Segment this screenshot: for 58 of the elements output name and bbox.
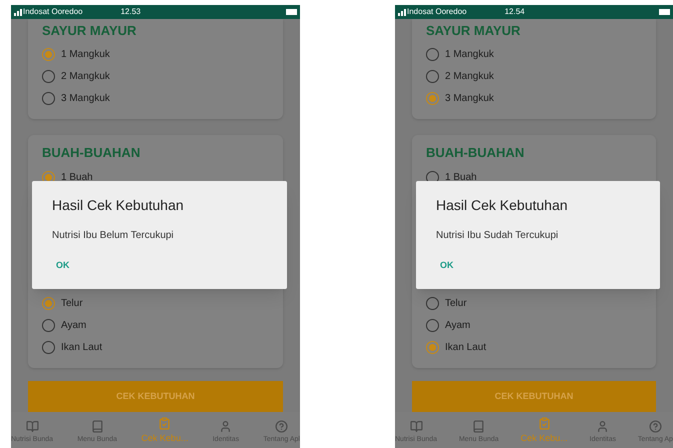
- ok-button[interactable]: OK: [440, 259, 454, 272]
- radio-button[interactable]: [426, 70, 439, 83]
- carrier-name: Indosat Ooredoo: [23, 6, 83, 18]
- help-icon: [275, 420, 288, 432]
- option-label: 1 Buah: [445, 170, 477, 184]
- option-label: 1 Mangkuk: [61, 48, 110, 62]
- check-button[interactable]: CEK KEBUTUHAN: [28, 381, 283, 412]
- dialog-message: Nutrisi Ibu Sudah Tercukupi: [436, 229, 560, 243]
- radio-button[interactable]: [42, 70, 55, 83]
- dialog-title: Hasil Cek Kebutuhan: [52, 196, 185, 215]
- option-label: 2 Mangkuk: [61, 70, 110, 84]
- section-title: SAYUR MAYUR: [42, 22, 138, 40]
- section-title: SAYUR MAYUR: [426, 22, 522, 40]
- option-label: 1 Mangkuk: [445, 48, 494, 62]
- clock-time: 12.54: [504, 6, 525, 18]
- option-label: Ayam: [61, 318, 86, 332]
- dialog-message: Nutrisi Ibu Belum Tercukupi: [52, 229, 175, 243]
- dialog-title: Hasil Cek Kebutuhan: [436, 196, 569, 215]
- help-icon: [648, 420, 662, 432]
- radio-button[interactable]: [426, 92, 439, 105]
- ok-button[interactable]: OK: [56, 259, 70, 272]
- book-icon: [410, 420, 423, 432]
- option-label: Ikan Laut: [445, 340, 486, 354]
- option-label: Telur: [61, 296, 83, 310]
- clipboard-check-icon: [538, 416, 551, 430]
- person-icon: [596, 420, 610, 432]
- option-label: 2 Mangkuk: [445, 70, 494, 84]
- clipboard-check-icon: [158, 416, 172, 430]
- clock-time: 12.53: [120, 6, 141, 18]
- signal-icon: [14, 8, 22, 16]
- check-button[interactable]: CEK KEBUTUHAN: [412, 381, 656, 412]
- book-icon: [472, 420, 486, 432]
- section-title: BUAH-BUAHAN: [42, 144, 142, 162]
- section-title: BUAH-BUAHAN: [426, 144, 526, 162]
- radio-button[interactable]: [42, 296, 55, 310]
- option-label: 1 Buah: [61, 170, 93, 184]
- nav-tab[interactable]: Cek Kebu...: [520, 416, 568, 445]
- radio-button[interactable]: [426, 296, 439, 310]
- book-icon: [26, 420, 39, 432]
- battery-icon: [286, 9, 297, 15]
- radio-button[interactable]: [42, 92, 55, 105]
- person-icon: [219, 420, 232, 432]
- option-label: 3 Mangkuk: [445, 92, 494, 106]
- radio-button[interactable]: [426, 48, 439, 61]
- option-label: Ikan Laut: [61, 340, 102, 354]
- radio-button[interactable]: [426, 340, 439, 354]
- book-icon: [90, 420, 104, 432]
- option-label: 3 Mangkuk: [61, 92, 110, 106]
- radio-button[interactable]: [42, 48, 55, 61]
- option-label: Telur: [445, 296, 467, 310]
- radio-button[interactable]: [426, 318, 439, 332]
- carrier-name: Indosat Ooredoo: [407, 6, 467, 18]
- nav-tab[interactable]: Cek Kebu...: [141, 416, 188, 445]
- radio-button[interactable]: [42, 318, 55, 332]
- signal-icon: [398, 8, 406, 16]
- option-label: Ayam: [445, 318, 470, 332]
- radio-button[interactable]: [42, 340, 55, 354]
- battery-icon: [659, 9, 670, 15]
